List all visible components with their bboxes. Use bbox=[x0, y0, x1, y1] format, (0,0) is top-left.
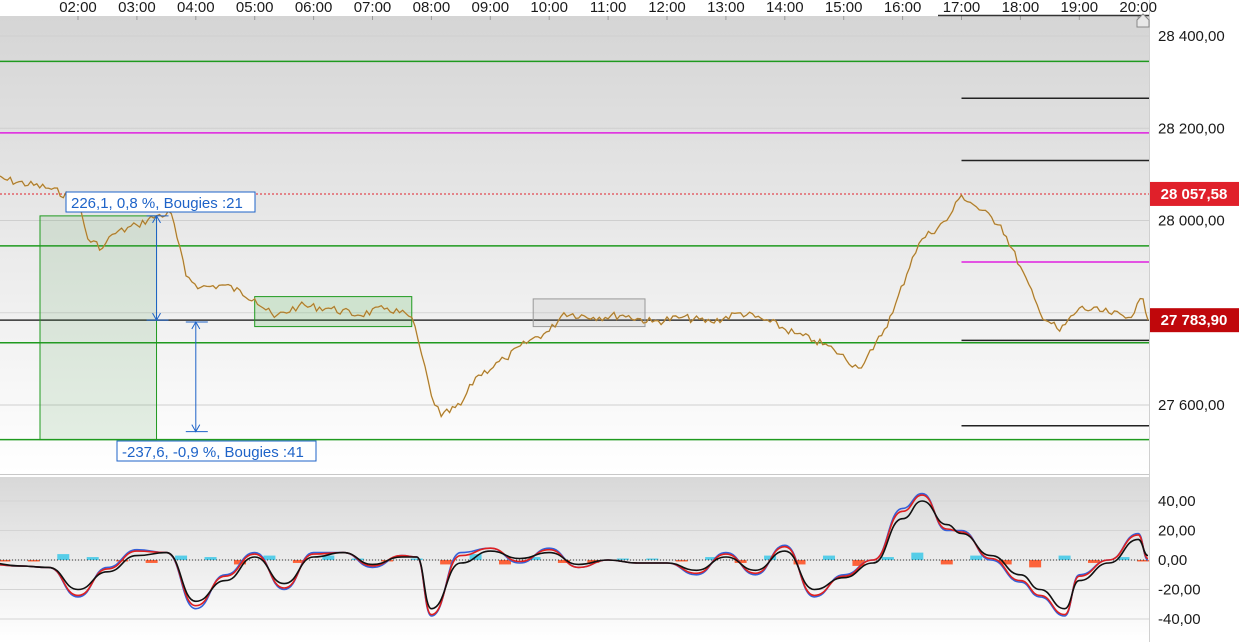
histogram-bar bbox=[57, 554, 70, 560]
chart-svg: 02:00 03:00 04:00 05:00 06:00 07:00 08:00 09:00… bbox=[0, 0, 1239, 642]
oscillator-tick-label: 20,00 bbox=[1158, 523, 1196, 540]
price-tag-label: 27 783,90 bbox=[1161, 312, 1228, 329]
measure-label: -237,6, -0,9 %, Bougies :41 bbox=[122, 444, 304, 461]
x-tick-label: 06:00 bbox=[295, 0, 333, 16]
x-tick-label: 13:00 bbox=[707, 0, 745, 16]
oscillator-tick-label: 40,00 bbox=[1158, 493, 1196, 510]
histogram-bar bbox=[0, 560, 11, 562]
x-tick-label: 08:00 bbox=[413, 0, 451, 16]
x-tick-label: 02:00 bbox=[59, 0, 97, 16]
oscillator-tick-label: -20,00 bbox=[1158, 582, 1201, 599]
x-tick-label: 12:00 bbox=[648, 0, 686, 16]
price-tick-label: 28 000,00 bbox=[1158, 213, 1225, 230]
x-tick-label: 05:00 bbox=[236, 0, 274, 16]
histogram-bar bbox=[175, 555, 188, 560]
histogram-bar bbox=[1058, 555, 1071, 560]
x-tick-label: 15:00 bbox=[825, 0, 863, 16]
x-tick-label: 04:00 bbox=[177, 0, 215, 16]
x-tick-label: 18:00 bbox=[1002, 0, 1040, 16]
range-box bbox=[532, 298, 646, 328]
price-tick-label: 28 200,00 bbox=[1158, 120, 1225, 137]
histogram-bar bbox=[440, 560, 453, 565]
x-tick-label: 19:00 bbox=[1061, 0, 1099, 16]
x-tick-label: 03:00 bbox=[118, 0, 156, 16]
chart-root: 02:00 03:00 04:00 05:00 06:00 07:00 08:00 09:00… bbox=[0, 0, 1239, 642]
x-tick-label: 17:00 bbox=[943, 0, 981, 16]
histogram-bar bbox=[881, 557, 894, 560]
histogram-bar bbox=[499, 560, 512, 565]
x-tick-label: 16:00 bbox=[884, 0, 922, 16]
oscillator-tick-label: -40,00 bbox=[1158, 611, 1201, 628]
histogram-bar bbox=[970, 555, 983, 560]
histogram-bar bbox=[263, 555, 276, 560]
x-tick-label: 09:00 bbox=[472, 0, 510, 16]
histogram-bar bbox=[1029, 560, 1042, 568]
x-tick-label: 11:00 bbox=[590, 0, 626, 16]
oscillator-tick-label: 0,00 bbox=[1158, 552, 1187, 569]
range-box bbox=[254, 296, 413, 328]
x-tick-label: 10:00 bbox=[530, 0, 568, 16]
histogram-bar bbox=[822, 555, 835, 560]
price-tag-label: 28 057,58 bbox=[1161, 186, 1228, 203]
histogram-bar bbox=[940, 560, 953, 565]
range-box bbox=[39, 215, 158, 441]
price-tick-label: 28 400,00 bbox=[1158, 28, 1225, 45]
x-tick-label: 14:00 bbox=[766, 0, 804, 16]
price-plot-area bbox=[0, 16, 1149, 473]
histogram-bar bbox=[911, 552, 924, 560]
price-tick-label: 27 600,00 bbox=[1158, 397, 1225, 414]
x-tick-label: 07:00 bbox=[354, 0, 392, 16]
x-tick-label: 20:00 bbox=[1119, 0, 1157, 16]
measure-label: 226,1, 0,8 %, Bougies :21 bbox=[71, 195, 243, 212]
